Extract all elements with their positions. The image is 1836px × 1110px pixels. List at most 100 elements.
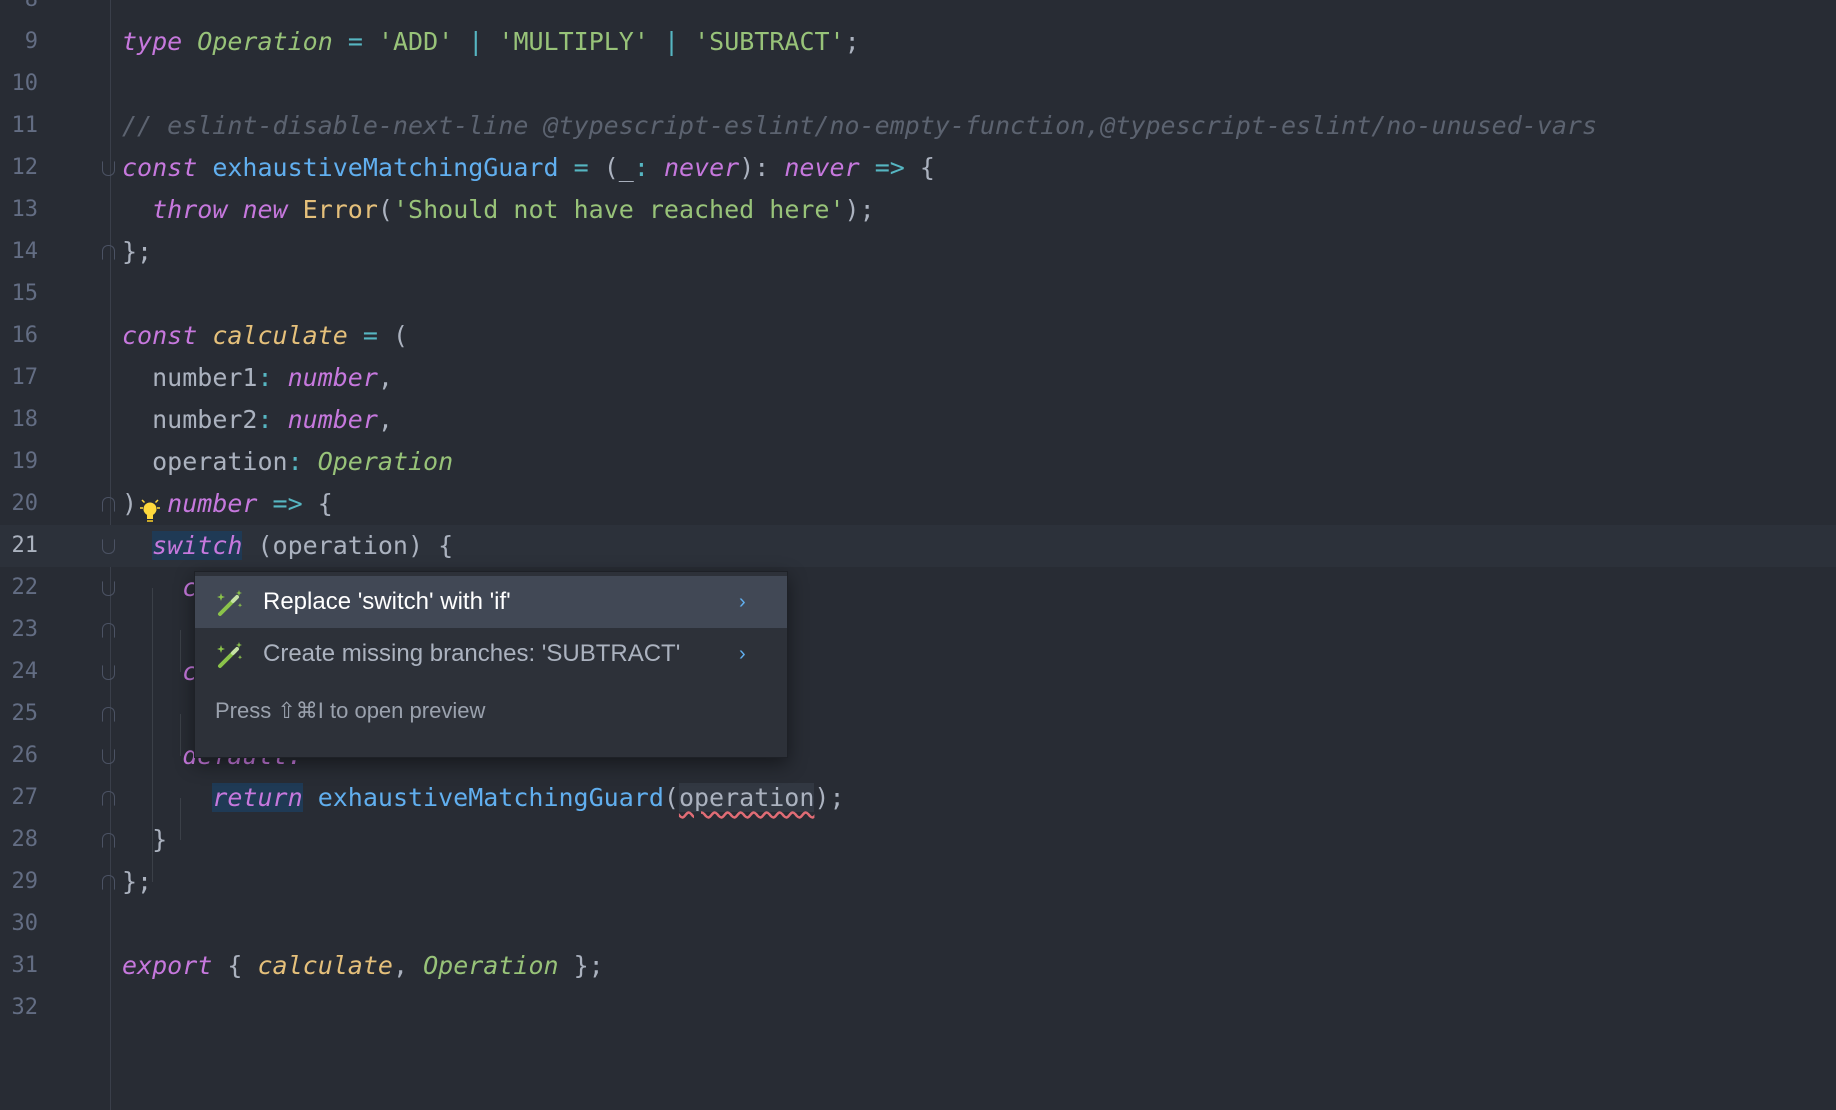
punctuation: ,	[377, 363, 393, 392]
type-keyword: never	[784, 153, 860, 182]
punctuation: )	[122, 489, 138, 518]
punctuation: ):	[739, 153, 770, 182]
fold-marker[interactable]	[102, 161, 115, 176]
fold-marker[interactable]	[102, 497, 115, 512]
keyword-highlighted: switch	[152, 531, 243, 560]
line-number: 32	[11, 995, 39, 1020]
type-keyword: number	[287, 405, 378, 434]
parameter: operation	[152, 447, 288, 476]
code-line: 8	[0, 0, 1836, 21]
fold-marker[interactable]	[102, 875, 115, 890]
line-number: 17	[11, 365, 39, 390]
keyword: export	[122, 951, 213, 980]
punctuation: ;	[844, 27, 860, 56]
line-number: 13	[11, 197, 39, 222]
parameter: number2	[152, 405, 258, 434]
code-line[interactable]: 19 operation: Operation	[0, 441, 1836, 483]
fold-marker[interactable]	[102, 707, 115, 722]
operator: =	[362, 321, 378, 350]
code-line[interactable]: 14 };	[0, 231, 1836, 273]
code-line[interactable]: 9 type Operation = 'ADD' | 'MULTIPLY' | …	[0, 21, 1836, 63]
code-line[interactable]: 20 ) number => {	[0, 483, 1836, 525]
fold-marker[interactable]	[102, 623, 115, 638]
code-text: (operation) {	[242, 531, 454, 560]
punctuation: (_	[603, 153, 634, 182]
function-name: exhaustiveMatchingGuard	[317, 783, 664, 812]
fold-marker[interactable]	[102, 539, 115, 554]
punctuation: );	[844, 195, 875, 224]
error-underlined-argument[interactable]: operation	[678, 783, 815, 812]
code-line[interactable]: 32	[0, 987, 1836, 1029]
punctuation: (	[377, 195, 393, 224]
action-label: Create missing branches: 'SUBTRACT'	[263, 640, 681, 667]
fold-marker[interactable]	[102, 245, 115, 260]
keyword: const	[122, 321, 198, 350]
code-line[interactable]: 18 number2: number,	[0, 399, 1836, 441]
punctuation: {	[919, 153, 935, 182]
comment: // eslint-disable-next-line @typescript-…	[122, 111, 1598, 140]
type-name: Operation	[317, 447, 454, 476]
code-line[interactable]: 29 };	[0, 861, 1836, 903]
line-number: 29	[11, 869, 39, 894]
line-number: 12	[11, 155, 39, 180]
chevron-right-icon: ›	[739, 591, 746, 613]
keyword: const	[122, 153, 198, 182]
code-line[interactable]: 31 export { calculate, Operation };	[0, 945, 1836, 987]
chevron-right-icon: ›	[739, 643, 746, 665]
punctuation: }	[152, 825, 168, 854]
operator: :	[257, 363, 273, 392]
fold-marker[interactable]	[102, 581, 115, 596]
string: 'Should not have reached here'	[392, 195, 845, 224]
line-number: 21	[11, 533, 39, 558]
code-line[interactable]: 15	[0, 273, 1836, 315]
line-number: 10	[11, 71, 39, 96]
type-name: Operation	[423, 951, 559, 980]
punctuation: {	[227, 951, 243, 980]
operator: =	[347, 27, 363, 56]
line-number: 16	[11, 323, 39, 348]
code-line[interactable]: 17 number1: number,	[0, 357, 1836, 399]
line-number: 11	[11, 113, 39, 138]
fold-marker[interactable]	[102, 665, 115, 680]
action-replace-switch-with-if[interactable]: Replace 'switch' with 'if' ›	[195, 576, 787, 628]
keyword: type	[122, 27, 183, 56]
string: 'ADD'	[377, 27, 454, 56]
code-line[interactable]: 10	[0, 63, 1836, 105]
operator: :	[257, 405, 273, 434]
code-line[interactable]: 16 const calculate = (	[0, 315, 1836, 357]
class-name: Error	[302, 195, 378, 224]
line-number: 20	[11, 491, 39, 516]
code-line[interactable]: 27 return exhaustiveMatchingGuard(operat…	[0, 777, 1836, 819]
operator: =	[573, 153, 589, 182]
code-line[interactable]: 12 const exhaustiveMatchingGuard = (_: n…	[0, 147, 1836, 189]
code-line[interactable]: 11 // eslint-disable-next-line @typescri…	[0, 105, 1836, 147]
function-name: calculate	[212, 321, 348, 350]
string: 'MULTIPLY'	[498, 27, 649, 56]
line-number: 9	[24, 29, 38, 54]
action-create-missing-branches[interactable]: Create missing branches: 'SUBTRACT' ›	[195, 628, 787, 680]
keyword-highlighted: return	[212, 783, 303, 812]
fold-marker[interactable]	[102, 749, 115, 764]
line-number: 26	[11, 743, 39, 768]
punctuation: {	[317, 489, 333, 518]
fold-marker[interactable]	[102, 833, 115, 848]
code-line[interactable]: 28 }	[0, 819, 1836, 861]
line-number: 19	[11, 449, 39, 474]
line-number: 22	[11, 575, 39, 600]
action-label: Replace 'switch' with 'if'	[263, 588, 511, 615]
preview-hint: Press ⇧⌘I to open preview	[215, 698, 486, 723]
code-line[interactable]: 30	[0, 903, 1836, 945]
code-line-current[interactable]: 21 switch (operation) {	[0, 525, 1836, 567]
keyword: new	[242, 195, 288, 224]
punctuation: );	[814, 783, 845, 812]
operator: :	[287, 447, 303, 476]
function-name: exhaustiveMatchingGuard	[212, 153, 559, 182]
code-line[interactable]: 13 throw new Error('Should not have reac…	[0, 189, 1836, 231]
operator: :	[633, 153, 649, 182]
line-number: 27	[11, 785, 39, 810]
punctuation: };	[122, 867, 153, 896]
punctuation: };	[573, 951, 604, 980]
line-number: 30	[11, 911, 39, 936]
lightbulb-icon[interactable]	[140, 497, 160, 527]
fold-marker[interactable]	[102, 791, 115, 806]
